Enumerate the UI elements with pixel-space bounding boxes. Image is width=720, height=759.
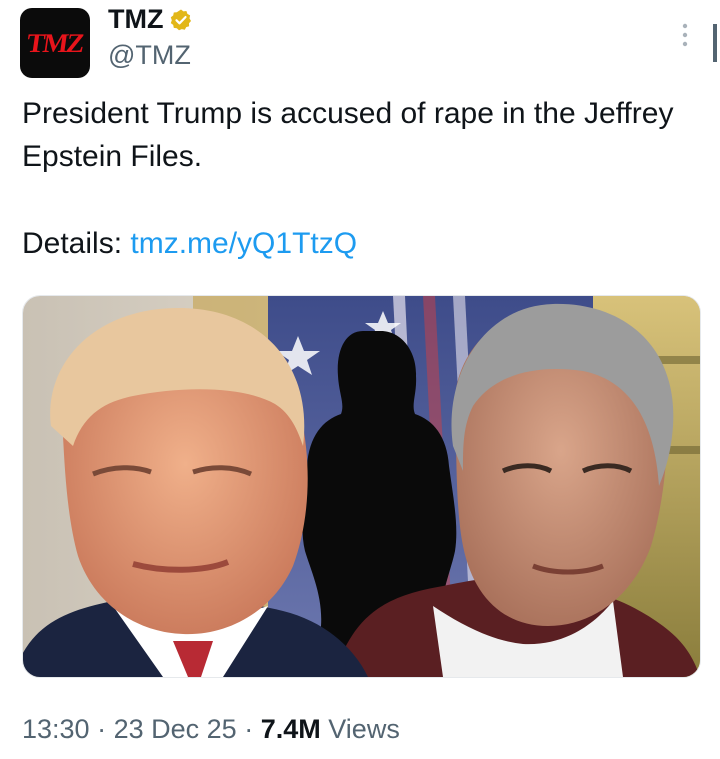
meta-separator: · [97, 714, 107, 744]
verified-badge-icon[interactable] [169, 8, 193, 32]
views-count: 7.4M [260, 714, 321, 744]
tweet-meta: 13:30 · 23 Dec 25 · 7.4M Views [22, 714, 400, 745]
tmz-logo: TMZ [25, 27, 85, 58]
more-options-icon[interactable] [678, 22, 692, 48]
scrollbar[interactable] [713, 24, 717, 62]
tweet-time[interactable]: 13:30 [22, 714, 90, 744]
meta-separator: · [244, 714, 254, 744]
tweet-date[interactable]: 23 Dec 25 [114, 714, 237, 744]
tweet-link[interactable]: tmz.me/yQ1TtzQ [130, 227, 357, 260]
author-handle[interactable]: @TMZ [108, 40, 191, 71]
tweet-text: President Trump is accused of rape in th… [22, 97, 674, 173]
tweet-image[interactable] [22, 295, 701, 678]
tmz-avatar[interactable]: TMZ [20, 8, 90, 78]
photo-collage-image [23, 296, 700, 677]
author-name-row: TMZ [108, 4, 193, 35]
details-label: Details: [22, 227, 123, 260]
views-label: Views [328, 714, 400, 744]
author-display-name[interactable]: TMZ [108, 4, 163, 35]
details-line: Details: tmz.me/yQ1TtzQ [22, 222, 357, 265]
